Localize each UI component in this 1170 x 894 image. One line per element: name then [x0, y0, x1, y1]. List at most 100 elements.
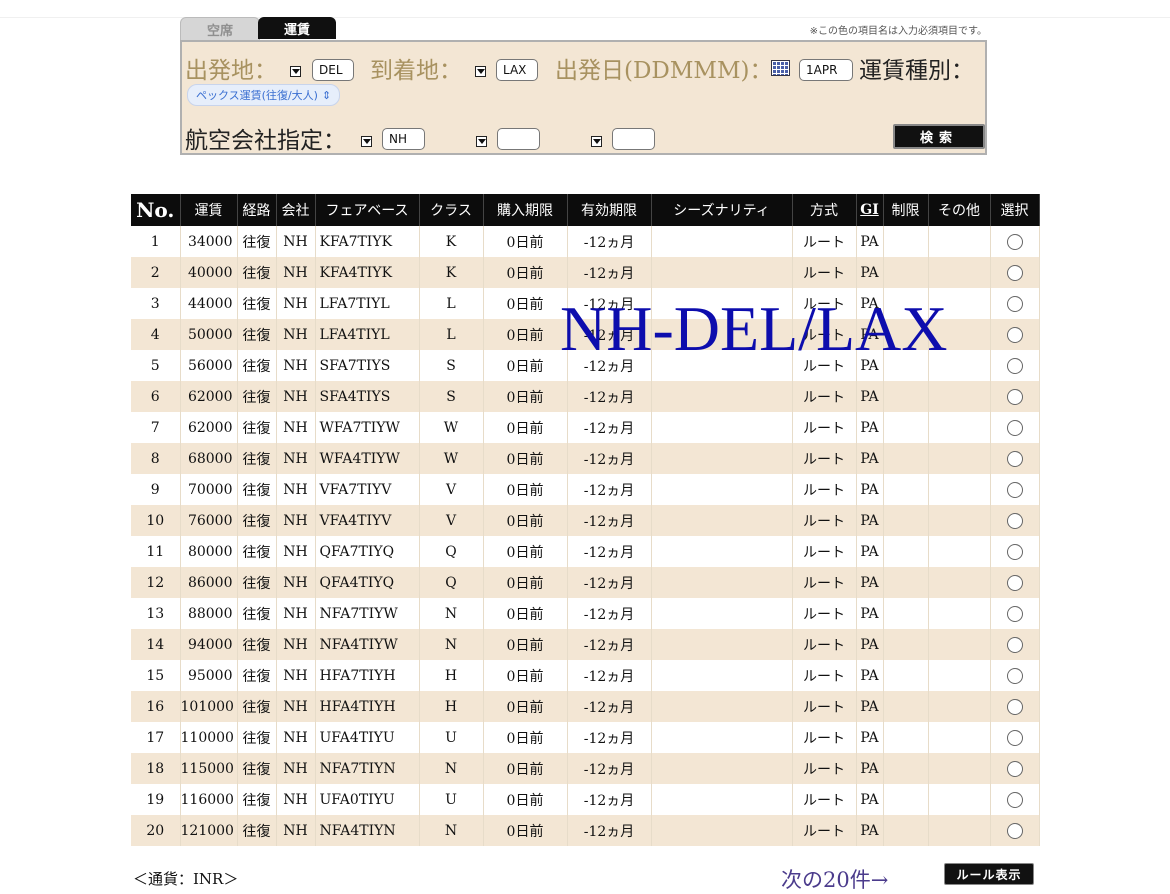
cell-other — [928, 691, 991, 722]
select-radio[interactable] — [1006, 419, 1023, 436]
airline-dropdown-icon-3[interactable] — [591, 136, 602, 147]
cell-validity: -12ヵ月 — [567, 598, 652, 629]
cell-validity: -12ヵ月 — [567, 691, 652, 722]
cell-class: W — [419, 412, 484, 443]
cell-restriction — [883, 443, 929, 474]
cell-fare: 56000 — [180, 350, 238, 381]
table-row: 8 68000 往復 NH WFA4TIYW W 0日前 -12ヵ月 ルート PA — [131, 443, 1040, 474]
cell-seasonality — [651, 474, 793, 505]
select-radio[interactable] — [1006, 605, 1023, 622]
col-header-gi-link[interactable]: GI — [856, 194, 884, 226]
airline-dropdown-icon-1[interactable] — [361, 136, 372, 147]
destination-dropdown-icon[interactable] — [475, 66, 486, 77]
cell-method: ルート — [792, 257, 857, 288]
cell-airline: NH — [276, 350, 316, 381]
cell-no: 13 — [131, 598, 181, 629]
select-radio[interactable] — [1006, 760, 1023, 777]
airline-input-3[interactable] — [612, 128, 655, 150]
cell-select — [990, 722, 1040, 753]
select-radio[interactable] — [1006, 450, 1023, 467]
cell-gi: PA — [856, 226, 884, 257]
select-radio[interactable] — [1006, 481, 1023, 498]
cell-purchase-deadline: 0日前 — [483, 319, 568, 350]
calendar-icon[interactable] — [771, 60, 790, 76]
search-panel: 出発地： DEL 到着地： LAX 出発日(DDMMM)： 1APR 運賃種別：… — [180, 40, 987, 155]
cell-purchase-deadline: 0日前 — [483, 443, 568, 474]
table-row: 18 115000 往復 NH NFA7TIYN N 0日前 -12ヵ月 ルート PA — [131, 753, 1040, 784]
cell-select — [990, 319, 1040, 350]
select-radio[interactable] — [1006, 729, 1023, 746]
select-radio[interactable] — [1006, 326, 1023, 343]
cell-method: ルート — [792, 412, 857, 443]
select-radio[interactable] — [1006, 636, 1023, 653]
cell-class: Q — [419, 536, 484, 567]
rule-display-button[interactable]: ルール表示 — [944, 863, 1034, 885]
cell-fare: 116000 — [180, 784, 238, 815]
cell-class: N — [419, 815, 484, 846]
next-page-link[interactable]: 次の20件→ — [781, 864, 888, 894]
destination-input[interactable]: LAX — [496, 59, 538, 81]
cell-route: 往復 — [237, 536, 277, 567]
select-radio[interactable] — [1006, 264, 1023, 281]
origin-dropdown-icon[interactable] — [290, 66, 301, 77]
select-radio[interactable] — [1006, 388, 1023, 405]
cell-fare-basis: UFA4TIYU — [315, 722, 420, 753]
select-radio[interactable] — [1006, 698, 1023, 715]
select-radio[interactable] — [1006, 543, 1023, 560]
airline-input-2[interactable] — [497, 128, 540, 150]
cell-no: 7 — [131, 412, 181, 443]
cell-seasonality — [651, 257, 793, 288]
cell-other — [928, 505, 991, 536]
search-button[interactable]: 検索 — [893, 124, 985, 149]
cell-airline: NH — [276, 629, 316, 660]
tab-availability[interactable]: 空席 — [180, 17, 260, 40]
top-divider — [0, 17, 1170, 18]
airline-input-1[interactable]: NH — [382, 128, 425, 150]
cell-route: 往復 — [237, 319, 277, 350]
origin-input[interactable]: DEL — [312, 59, 354, 81]
cell-gi: PA — [856, 629, 884, 660]
tab-fares[interactable]: 運賃 — [258, 17, 336, 39]
select-radio[interactable] — [1006, 791, 1023, 808]
cell-method: ルート — [792, 784, 857, 815]
cell-other — [928, 815, 991, 846]
cell-validity: -12ヵ月 — [567, 753, 652, 784]
select-radio[interactable] — [1006, 512, 1023, 529]
airline-dropdown-icon-2[interactable] — [476, 136, 487, 147]
cell-restriction — [883, 412, 929, 443]
cell-other — [928, 443, 991, 474]
cell-airline: NH — [276, 598, 316, 629]
cell-class: V — [419, 505, 484, 536]
cell-select — [990, 784, 1040, 815]
col-header-fare: 運賃 — [180, 194, 238, 226]
select-radio[interactable] — [1006, 357, 1023, 374]
cell-fare-basis: KFA7TIYK — [315, 226, 420, 257]
select-radio[interactable] — [1006, 233, 1023, 250]
cell-method: ルート — [792, 381, 857, 412]
select-radio[interactable] — [1006, 574, 1023, 591]
col-header-route: 経路 — [237, 194, 277, 226]
departure-date-input[interactable]: 1APR — [799, 59, 853, 81]
select-radio[interactable] — [1006, 822, 1023, 839]
cell-gi: PA — [856, 691, 884, 722]
select-radio[interactable] — [1006, 667, 1023, 684]
fare-type-select[interactable]: ペックス運賃(往復/大人) ⇕ — [187, 84, 341, 106]
cell-no: 6 — [131, 381, 181, 412]
cell-seasonality — [651, 567, 793, 598]
cell-route: 往復 — [237, 784, 277, 815]
cell-validity: -12ヵ月 — [567, 815, 652, 846]
col-header-select: 選択 — [990, 194, 1040, 226]
cell-no: 2 — [131, 257, 181, 288]
cell-seasonality — [651, 753, 793, 784]
cell-select — [990, 691, 1040, 722]
cell-class: N — [419, 598, 484, 629]
table-row: 7 62000 往復 NH WFA7TIYW W 0日前 -12ヵ月 ルート PA — [131, 412, 1040, 443]
cell-no: 12 — [131, 567, 181, 598]
table-row: 6 62000 往復 NH SFA4TIYS S 0日前 -12ヵ月 ルート PA — [131, 381, 1040, 412]
cell-restriction — [883, 226, 929, 257]
fare-type-value: ペックス運賃(往復/大人) — [196, 89, 318, 102]
cell-seasonality — [651, 660, 793, 691]
select-radio[interactable] — [1006, 295, 1023, 312]
col-header-airline: 会社 — [276, 194, 316, 226]
cell-gi: PA — [856, 412, 884, 443]
